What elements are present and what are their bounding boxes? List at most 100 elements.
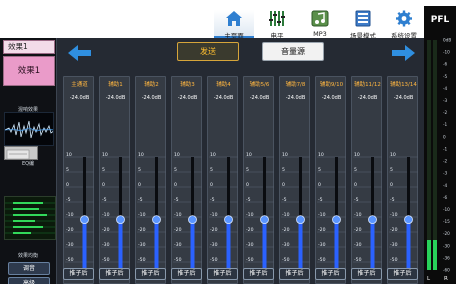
pfl-channel-bar [433,40,437,270]
fader-graphic: 1050-5-10-20-30-50-120 [65,152,94,278]
waveform-display[interactable] [4,112,54,146]
channel-strip: 辅助9/10-24.0dB1050-5-10-20-30-50-120 [315,76,346,284]
fader-scale-label: -20 [246,227,254,233]
fader-scale-label: 0 [102,182,105,188]
post-fader-button[interactable]: 推子后 [63,268,94,280]
pfl-meter-graphic: 0dB-10-6-5-4-3-2-10-1-2-3-4-6-10-15-20-3… [427,38,451,282]
fader-scale-label: 10 [390,152,396,158]
post-fader-button[interactable]: 推子后 [207,268,238,280]
fader-graphic: 1050-5-10-20-30-50-120 [209,152,238,278]
channel-strip: 辅助11/12-24.0dB1050-5-10-20-30-50-120 [351,76,382,284]
fader-scale-label: 5 [282,167,285,173]
fader-scale-label: -10 [138,212,146,218]
effect-eq-display[interactable] [4,196,56,240]
fader-scale-label: -10 [390,212,398,218]
fader-knob[interactable] [224,215,233,225]
fader-knob[interactable] [332,215,341,225]
fader-scale-label: 5 [246,167,249,173]
tab-send[interactable]: 发送 [177,42,239,61]
fader-scale-label: 0 [66,182,69,188]
post-fader-button[interactable]: 推子后 [387,268,418,280]
fader-knob[interactable] [152,215,161,225]
fader-graphic: 1050-5-10-20-30-50-120 [101,152,130,278]
tune-button[interactable]: 调音 [8,262,50,275]
nav-system-settings[interactable]: 系统设置 [384,10,424,40]
fader-scale-label: -20 [102,227,110,233]
effect-preview-box[interactable] [4,146,38,160]
fader-scale-label: -5 [390,197,395,203]
pfl-scale-label: -4 [443,86,448,91]
fader-scale-label: -20 [318,227,326,233]
fader-scale-label: -30 [138,242,146,248]
fader-scale-label: -50 [174,257,182,263]
fader-scale-label: 10 [174,152,180,158]
eq-graphic [5,197,55,239]
post-fader-button[interactable]: 推子后 [99,268,130,280]
channel-strip: 主通道-24.0dB1050-5-10-20-30-50-120 [63,76,94,284]
fader-scale-label: -5 [138,197,143,203]
post-fader-button[interactable]: 推子后 [243,268,274,280]
effect-selector[interactable]: 效果1 [3,56,55,86]
scene-mode-icon [355,10,371,27]
post-fader-button[interactable]: 推子后 [351,268,382,280]
pfl-level-fill [427,240,431,270]
post-fader-button[interactable]: 推子后 [315,268,346,280]
fader-scale-label: -50 [390,257,398,263]
fader-graphic: 1050-5-10-20-30-50-120 [353,152,382,278]
fader-graphic: 1050-5-10-20-30-50-120 [317,152,346,278]
fader-knob[interactable] [80,215,89,225]
prev-page-arrow-icon[interactable] [67,44,93,62]
fader-scale-label: -50 [282,257,290,263]
fader-scale-label: -30 [282,242,290,248]
fader-scale-label: 5 [354,167,357,173]
fader-knob[interactable] [188,215,197,225]
pfl-scale-label: -5 [443,74,448,79]
top-nav-bar: 主页面 电平 MP3 场景模式 系统设置 [0,5,456,40]
fader-scale-label: -10 [282,212,290,218]
fader-scale-label: 10 [210,152,216,158]
pfl-scale-label: -15 [443,219,450,224]
fader-knob[interactable] [368,215,377,225]
fader-scale-label: -10 [318,212,326,218]
fader-scale-label: -10 [66,212,74,218]
pfl-scale-label: -1 [443,122,448,127]
post-fader-button[interactable]: 推子后 [171,268,202,280]
gear-icon [396,10,412,27]
fader-scale-label: 0 [210,182,213,188]
pfl-scale-label: -36 [443,255,450,260]
channel-strip: 辅助7/8-24.0dB1050-5-10-20-30-50-120 [279,76,310,284]
pfl-scale-label: -4 [443,183,448,188]
fader-scale-label: -50 [354,257,362,263]
pfl-scale-label: -60 [443,268,450,273]
fader-graphic: 1050-5-10-20-30-50-120 [389,152,418,278]
fader-scale-label: -20 [210,227,218,233]
tab-volume-source[interactable]: 音量源 [262,42,324,61]
fader-scale-label: -30 [246,242,254,248]
fader-scale-label: -20 [390,227,398,233]
channel-strip: 辅助5/6-24.0dB1050-5-10-20-30-50-120 [243,76,274,284]
pfl-scale-label: -2 [443,159,448,164]
fader-scale-label: -30 [174,242,182,248]
post-fader-button[interactable]: 推子后 [135,268,166,280]
pfl-scale-label: -20 [443,231,450,236]
nav-level[interactable]: 电平 [257,10,297,40]
fader-knob[interactable] [404,215,413,225]
next-page-arrow-icon[interactable] [390,44,416,62]
pfl-scale-label: -3 [443,171,448,176]
nav-mp3-label: MP3 [313,30,327,38]
fader-scale-label: -20 [174,227,182,233]
nav-mp3[interactable]: MP3 [300,10,340,38]
fader-scale-label: -10 [174,212,182,218]
fader-scale-label: -50 [210,257,218,263]
nav-scene-mode[interactable]: 场景模式 [343,10,383,40]
fader-knob[interactable] [260,215,269,225]
pfl-scale-label: 0dB [443,38,451,43]
fader-knob[interactable] [296,215,305,225]
fader-scale-label: 0 [318,182,321,188]
fader-scale-label: -10 [354,212,362,218]
fader-scale-label: -20 [66,227,74,233]
post-fader-button[interactable]: 推子后 [279,268,310,280]
nav-home[interactable]: 主页面 [214,10,254,40]
fader-knob[interactable] [116,215,125,225]
fader-scale-label: -30 [66,242,74,248]
